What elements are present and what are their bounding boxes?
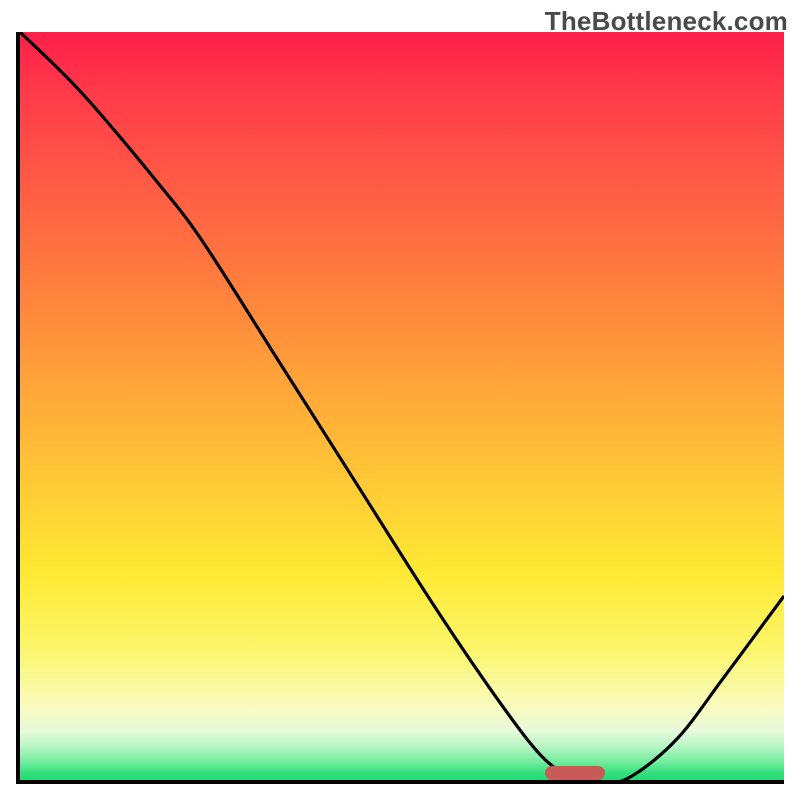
sweet-spot-marker bbox=[545, 766, 605, 780]
gradient-background bbox=[20, 32, 784, 784]
watermark-text: TheBottleneck.com bbox=[545, 6, 788, 37]
x-axis-line bbox=[16, 780, 784, 784]
chart-canvas: TheBottleneck.com bbox=[0, 0, 800, 800]
